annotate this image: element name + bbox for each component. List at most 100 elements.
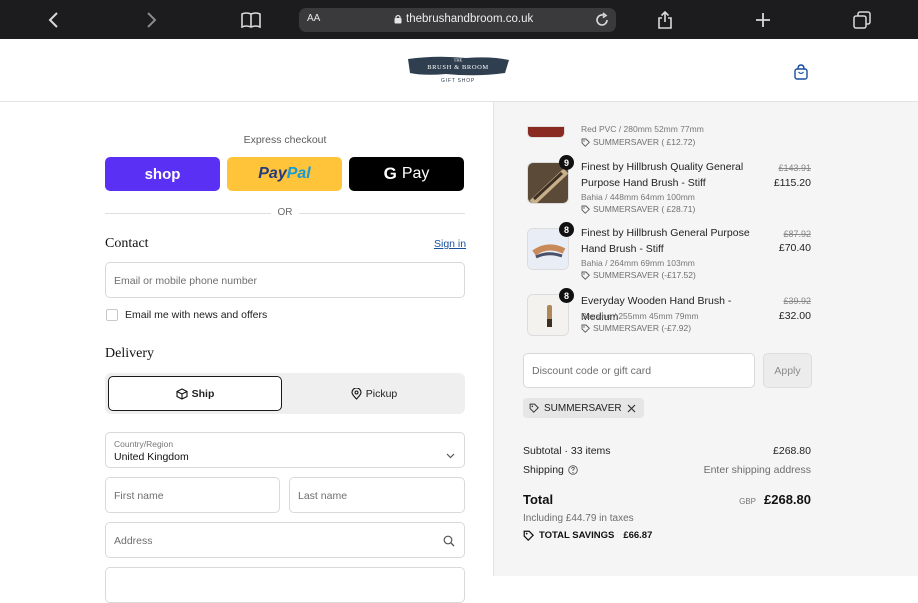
tag-icon (581, 138, 590, 147)
tag-icon (581, 271, 590, 280)
shop-pay-label: shop (144, 165, 181, 183)
search-icon (443, 534, 455, 552)
quantity-badge: 8 (559, 288, 574, 303)
tag-icon (581, 324, 590, 333)
total-label: Total (523, 492, 554, 507)
item-original-price: £39.92 (783, 296, 811, 306)
pickup-label: Pickup (365, 387, 398, 400)
or-label: OR (271, 207, 299, 218)
item-price: £32.00 (778, 310, 811, 322)
address-bar[interactable]: AA thebrushandbroom.co.uk (299, 8, 616, 32)
share-icon[interactable] (653, 8, 677, 32)
text-size-button[interactable]: AA (307, 13, 320, 24)
item-variant: Red PVC / 280mm 52mm 77mm (581, 124, 704, 134)
tag-icon (529, 403, 539, 413)
email-placeholder: Email or mobile phone number (114, 275, 257, 287)
total-savings: TOTAL SAVINGS £66.87 (523, 530, 652, 541)
shop-pay-button[interactable]: shop (105, 157, 220, 191)
savings-value: £66.87 (623, 530, 653, 541)
reload-icon[interactable] (594, 12, 610, 31)
site-header: THE BRUSH & BROOM GIFT SHOP (0, 39, 918, 102)
order-summary: Red PVC / 280mm 52mm 77mm SUMMERSAVER ( … (493, 102, 918, 576)
product-thumbnail (527, 126, 565, 138)
item-discount: SUMMERSAVER (-£17.52) (581, 270, 696, 280)
newsletter-label: Email me with news and offers (125, 309, 268, 321)
contact-heading: Contact (105, 236, 149, 251)
next-field[interactable] (105, 567, 465, 603)
savings-label: TOTAL SAVINGS (539, 530, 615, 541)
discount-code-input[interactable]: Discount code or gift card (523, 353, 755, 388)
item-variant: Bahia / 448mm 64mm 100mm (581, 192, 695, 202)
newsletter-checkbox[interactable] (106, 309, 118, 321)
email-field[interactable]: Email or mobile phone number (105, 262, 465, 298)
google-pay-button[interactable]: G Pay (349, 157, 464, 191)
quantity-badge: 8 (559, 222, 574, 237)
item-discount: SUMMERSAVER ( £28.71) (581, 204, 695, 214)
first-name-placeholder: First name (114, 490, 164, 502)
subtotal-label: Subtotal · 33 items (523, 445, 611, 457)
last-name-field[interactable]: Last name (289, 477, 465, 513)
address-placeholder: Address (114, 535, 153, 547)
checkout-form: Express checkout shop Pay Pal G Pay OR Co… (0, 102, 493, 603)
url-text: thebrushandbroom.co.uk (406, 13, 534, 25)
item-name: Finest by Hillbrush Quality General Purp… (581, 161, 744, 189)
new-tab-icon[interactable] (751, 8, 775, 32)
item-discount-text: SUMMERSAVER ( £12.72) (593, 137, 696, 147)
shipping-value: Enter shipping address (703, 464, 811, 476)
address-field[interactable]: Address (105, 522, 465, 558)
tag-icon (581, 205, 590, 214)
sign-in-link[interactable]: Sign in (434, 238, 466, 250)
tabs-overview-icon[interactable] (850, 8, 874, 32)
logo-line3: GIFT SHOP (441, 78, 475, 84)
ship-label: Ship (191, 387, 215, 400)
location-pin-icon (351, 387, 362, 400)
applied-discount-chip: SUMMERSAVER (523, 398, 644, 418)
item-discount: SUMMERSAVER (-£7.92) (581, 323, 691, 333)
express-checkout-title: Express checkout (243, 134, 327, 146)
first-name-field[interactable]: First name (105, 477, 280, 513)
item-name: Finest by Hillbrush General Purpose Hand… (581, 227, 750, 255)
delivery-method-toggle: Ship Pickup (105, 373, 465, 414)
paypal-button[interactable]: Pay Pal (227, 157, 342, 191)
tag-icon (523, 530, 534, 541)
logo-line1: THE (454, 58, 463, 63)
total-currency: GBP (739, 497, 756, 506)
item-original-price: £87.92 (783, 229, 811, 239)
discount-placeholder: Discount code or gift card (532, 365, 652, 377)
item-variant: Bahia / 264mm 69mm 103mm (581, 258, 695, 268)
country-value: United Kingdom (114, 451, 189, 463)
shipping-label: Shipping (523, 464, 564, 476)
paypal-label-pal: Pal (286, 165, 311, 182)
delivery-heading: Delivery (105, 346, 154, 361)
quantity-badge: 9 (559, 155, 574, 170)
forward-icon[interactable] (139, 8, 163, 32)
item-discount-text: SUMMERSAVER (-£17.52) (593, 270, 696, 280)
tax-note: Including £44.79 in taxes (523, 513, 634, 524)
browser-toolbar: AA thebrushandbroom.co.uk (0, 0, 918, 39)
remove-discount-close-icon[interactable] (627, 404, 636, 413)
country-label: Country/Region (114, 439, 174, 449)
apply-discount-button[interactable]: Apply (763, 353, 812, 388)
brush-and-broom-logo[interactable]: THE BRUSH & BROOM GIFT SHOP (406, 55, 510, 85)
bookmarks-icon[interactable] (239, 8, 263, 32)
item-price: £115.20 (773, 177, 811, 189)
applied-discount-code: SUMMERSAVER (544, 402, 622, 414)
item-original-price: £143.91 (778, 163, 811, 173)
item-discount: SUMMERSAVER ( £12.72) (581, 137, 695, 147)
lock-icon (394, 14, 402, 27)
chevron-down-icon (446, 446, 455, 464)
ship-option[interactable]: Ship (108, 376, 282, 411)
back-icon[interactable] (42, 8, 66, 32)
google-pay-label: Pay (401, 165, 430, 182)
google-g-icon: G (383, 164, 397, 183)
country-select[interactable]: Country/Region United Kingdom (105, 432, 465, 468)
cart-bag-icon[interactable] (792, 63, 810, 81)
item-discount-text: SUMMERSAVER ( £28.71) (593, 204, 696, 214)
total-value: £268.80 (764, 492, 811, 507)
help-circle-icon[interactable] (568, 465, 578, 475)
shipping-label-group: Shipping (523, 464, 578, 476)
last-name-placeholder: Last name (298, 490, 348, 502)
paypal-label-pay: Pay (258, 165, 287, 182)
logo-line2: BRUSH & BROOM (427, 64, 489, 71)
pickup-option[interactable]: Pickup (287, 376, 461, 411)
